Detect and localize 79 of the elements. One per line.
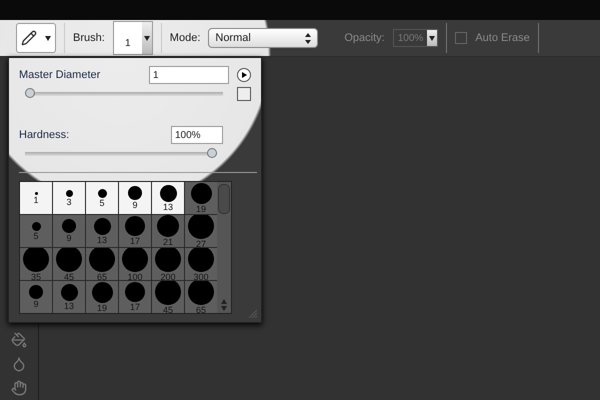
- brush-preset[interactable]: 9: [20, 281, 52, 313]
- brush-preset[interactable]: 9: [53, 215, 85, 247]
- slider-thumb[interactable]: [207, 148, 217, 158]
- up-down-icon: [305, 32, 312, 44]
- brush-preset[interactable]: 19: [185, 182, 217, 214]
- brush-preset[interactable]: 35: [20, 248, 52, 280]
- brush-tip-icon: [128, 186, 142, 200]
- brush-preset[interactable]: 200: [152, 248, 184, 280]
- brush-tip-icon: [94, 218, 110, 234]
- brush-preset[interactable]: 13: [152, 182, 184, 214]
- brush-preset[interactable]: 27: [185, 215, 217, 247]
- mode-select[interactable]: Normal: [208, 28, 318, 48]
- brush-preset[interactable]: 21: [152, 215, 184, 247]
- brush-preset[interactable]: 45: [53, 248, 85, 280]
- diameter-field[interactable]: 1: [149, 66, 229, 84]
- brush-tip-icon: [155, 281, 181, 305]
- scroll-down-icon: [221, 306, 227, 311]
- hardness-field[interactable]: 100%: [171, 126, 223, 144]
- tool-preset-button[interactable]: [16, 23, 56, 53]
- brush-preset[interactable]: 5: [86, 182, 118, 214]
- opacity-field[interactable]: 100%: [392, 29, 438, 47]
- brush-tip-icon: [125, 216, 145, 236]
- brush-preset[interactable]: 5: [20, 215, 52, 247]
- brush-preset[interactable]: 3: [53, 182, 85, 214]
- auto-erase-checkbox[interactable]: [455, 32, 468, 44]
- brush-preset[interactable]: 17: [119, 281, 151, 313]
- brush-tip-icon: [32, 222, 40, 230]
- scrollbar-thumb[interactable]: [218, 184, 230, 214]
- brush-tip-icon: [190, 182, 212, 204]
- mode-label: Mode:: [170, 32, 200, 44]
- brush-preset[interactable]: 100: [119, 248, 151, 280]
- brush-tip-icon: [66, 190, 72, 196]
- scroll-up-icon: [221, 299, 227, 304]
- brush-tip-icon: [98, 188, 106, 198]
- brush-tip-icon: [56, 248, 82, 272]
- brush-tip-icon: [155, 248, 181, 272]
- brush-tip-icon: [29, 285, 43, 299]
- brush-tip-icon: [157, 215, 179, 237]
- opacity-label: Opacity:: [344, 32, 385, 44]
- paint-bucket-icon[interactable]: [11, 332, 27, 348]
- panel-menu-button[interactable]: [237, 68, 251, 82]
- caret-icon: [429, 36, 436, 40]
- brush-preset[interactable]: 9: [119, 182, 151, 214]
- brush-tip-icon: [188, 215, 214, 239]
- brush-picker[interactable]: 1: [112, 21, 153, 55]
- brush-tip-icon: [188, 281, 214, 305]
- hardness-label: Hardness:: [19, 129, 70, 141]
- brush-tip-icon: [34, 192, 38, 194]
- caret-icon: [144, 36, 150, 40]
- scrollbar[interactable]: [217, 182, 231, 313]
- pencil-icon: [21, 30, 37, 46]
- slider-thumb[interactable]: [25, 88, 35, 98]
- brush-preset[interactable]: 65: [185, 281, 217, 313]
- brush-tip-icon: [125, 282, 145, 302]
- brush-label: Brush:: [73, 32, 105, 44]
- brush-tip-icon: [188, 248, 214, 272]
- resize-grip-icon[interactable]: [247, 308, 257, 318]
- caret-icon: [45, 36, 51, 40]
- brush-preset[interactable]: 13: [86, 215, 118, 247]
- master-diameter-label: Master Diameter: [19, 69, 100, 81]
- brush-preset[interactable]: 19: [86, 281, 118, 313]
- new-preset-button[interactable]: [237, 87, 251, 101]
- hand-icon[interactable]: [11, 380, 27, 396]
- brush-preset[interactable]: 65: [86, 248, 118, 280]
- droplet-icon[interactable]: [11, 356, 27, 372]
- brush-preset[interactable]: 1: [20, 182, 52, 214]
- brush-tip-icon: [60, 284, 78, 300]
- brush-tip-icon: [89, 248, 115, 272]
- brush-preset[interactable]: 13: [53, 281, 85, 313]
- brush-tip-icon: [122, 248, 148, 272]
- play-icon: [241, 72, 247, 78]
- brush-tip-icon: [62, 219, 76, 233]
- brush-preset[interactable]: 300: [185, 248, 217, 280]
- brush-tip-icon: [92, 282, 112, 302]
- auto-erase-label: Auto Erase: [475, 32, 530, 44]
- brush-preset[interactable]: 17: [119, 215, 151, 247]
- brush-tip-icon: [160, 184, 176, 202]
- brush-tip-icon: [23, 248, 49, 272]
- brush-preset[interactable]: 45: [152, 281, 184, 313]
